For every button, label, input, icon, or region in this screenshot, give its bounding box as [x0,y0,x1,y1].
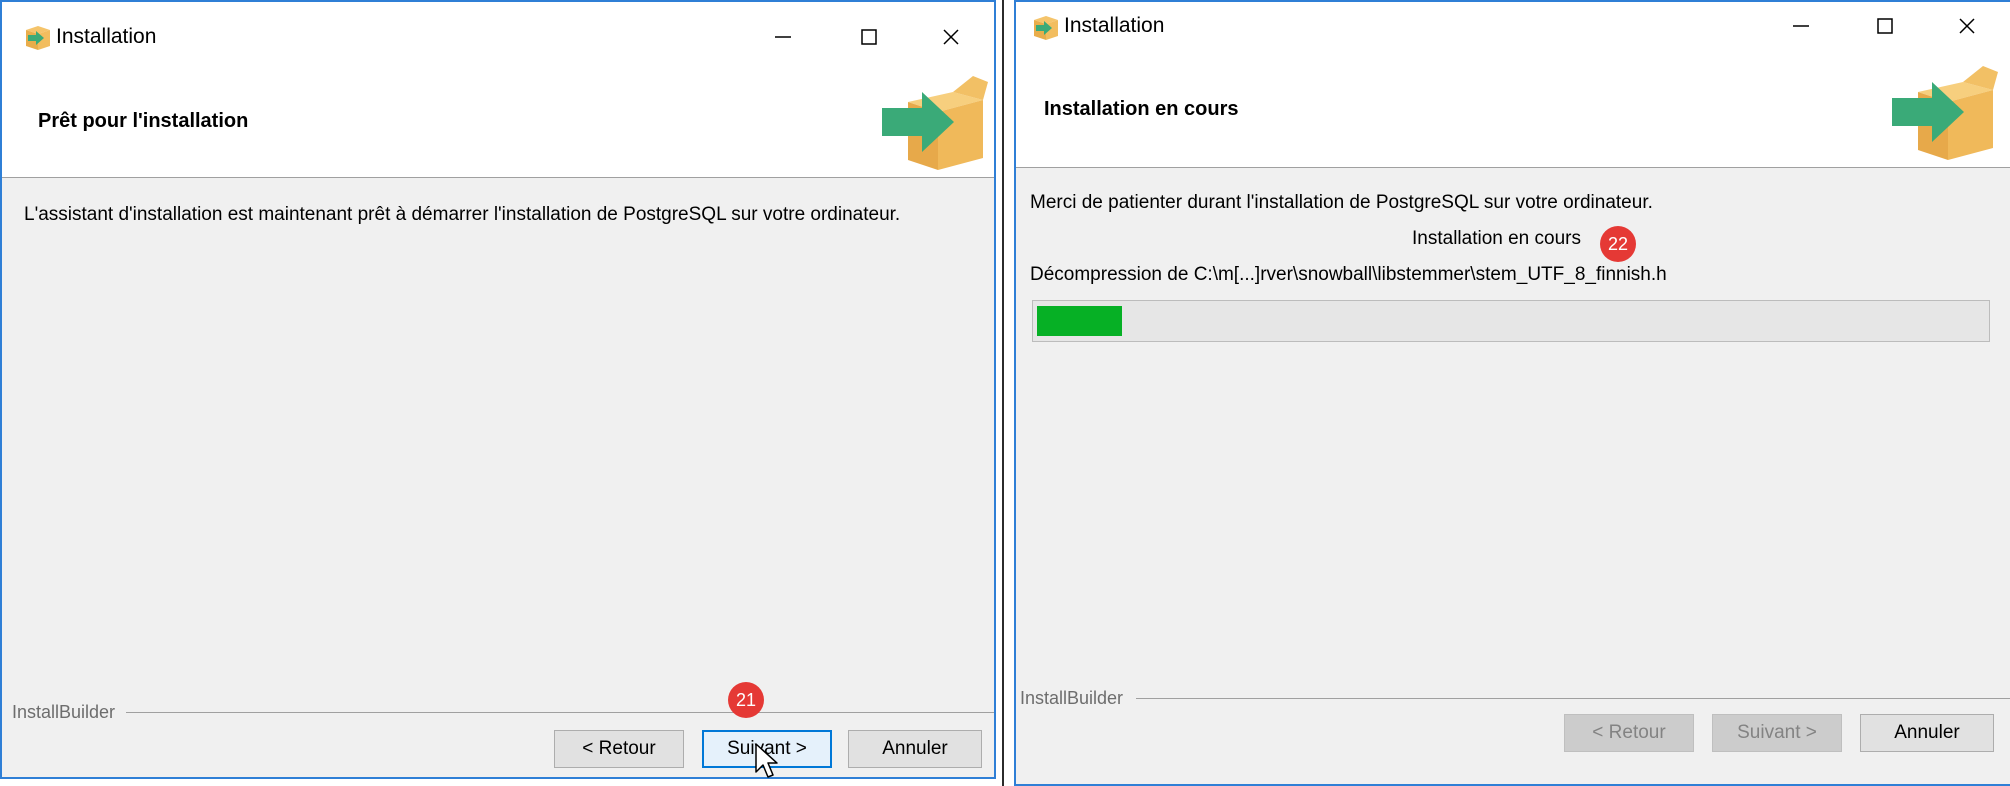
close-button[interactable] [1938,6,1996,46]
mouse-cursor-icon [755,743,778,778]
maximize-icon [861,29,877,45]
cancel-button[interactable]: Annuler [848,730,982,768]
title-bar[interactable]: Installation [2,2,994,70]
close-icon [943,29,959,45]
minimize-button[interactable] [754,17,812,57]
maximize-button[interactable] [840,17,898,57]
close-icon [1959,18,1975,34]
page-title: Prêt pour l'installation [38,110,249,132]
installer-window-progress: Installation Installation en cours Merci… [1014,0,2010,786]
progress-bar [1032,300,1990,342]
step-badge: 22 [1600,226,1636,262]
maximize-icon [1877,18,1893,34]
wizard-header: Installation en cours [1016,48,2010,168]
progress-fill [1037,306,1122,336]
installer-app-icon [26,26,50,50]
footer-brand: InstallBuilder [1020,688,1124,708]
current-file-text: Décompression de C:\m[...]rver\snowball\… [1030,264,1667,285]
footer-brand: InstallBuilder [12,702,116,722]
footer-divider [1136,698,2010,699]
progress-status-text: Installation en cours [1412,228,1581,249]
maximize-button[interactable] [1856,6,1914,46]
close-button[interactable] [922,17,980,57]
footer-divider [126,712,994,713]
minimize-icon [1793,25,1809,27]
intro-text: L'assistant d'installation est maintenan… [24,204,901,225]
installer-app-icon [1034,16,1058,40]
box-arrow-icon [882,76,988,170]
window-separator [1002,0,1004,786]
minimize-icon [775,36,791,38]
title-bar[interactable]: Installation [1016,2,2010,48]
window-gap [996,0,1014,786]
minimize-button[interactable] [1772,6,1830,46]
window-title: Installation [1064,14,1165,37]
wizard-header: Prêt pour l'installation [2,70,994,178]
back-button[interactable]: < Retour [554,730,684,768]
page-title: Installation en cours [1044,98,1239,120]
installer-window-ready: Installation Prêt pour l'installation L'… [0,0,996,779]
next-button[interactable]: Suivant > [1712,714,1842,752]
cancel-button[interactable]: Annuler [1860,714,1994,752]
back-button[interactable]: < Retour [1564,714,1694,752]
box-arrow-icon [1892,66,1998,160]
intro-text: Merci de patienter durant l'installation… [1030,192,1653,213]
window-title: Installation [56,25,157,48]
step-badge: 21 [728,682,764,718]
